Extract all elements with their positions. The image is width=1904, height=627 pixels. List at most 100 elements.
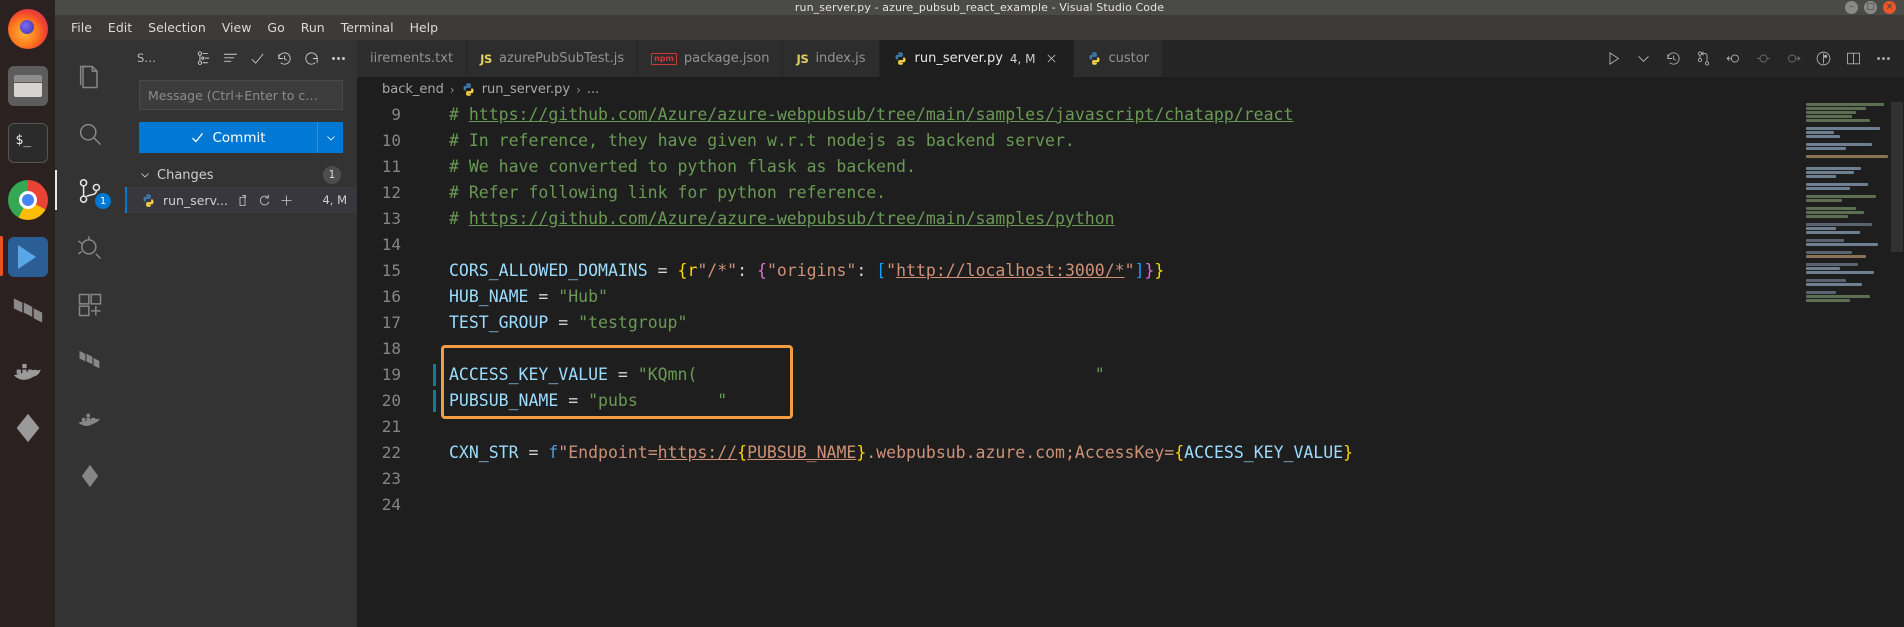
breadcrumb-item-file[interactable]: run_server.py [482,82,570,97]
dock-item-terminal[interactable] [0,114,55,171]
discard-changes-icon[interactable] [257,193,272,208]
menu-file[interactable]: File [63,18,100,37]
current-change-button[interactable] [1748,40,1778,77]
close-button[interactable]: × [1883,1,1896,14]
current-change-icon [1756,54,1770,63]
sidebar-item-explorer[interactable] [55,48,125,105]
list-item[interactable]: run_serv... 4, M [125,187,357,213]
run-python-file-button[interactable] [1598,40,1628,77]
menu-go[interactable]: Go [259,18,292,37]
breadcrumb-item-folder[interactable]: back_end [382,82,444,97]
sidebar-item-terraform[interactable] [55,333,125,390]
commit-dropdown-button[interactable] [317,122,343,153]
menu-edit[interactable]: Edit [100,18,140,37]
more-editor-actions-button[interactable] [1868,40,1898,77]
split-editor-button[interactable] [1838,40,1868,77]
next-change-button[interactable] [1778,40,1808,77]
code-token: " [886,261,897,280]
line-number: 9 [391,105,401,124]
dock-item-vault[interactable] [0,399,55,456]
maximize-button[interactable]: □ [1864,1,1877,14]
code-token: { [737,443,748,462]
tab-run-server-py[interactable]: run_server.py 4, M [879,40,1074,77]
code-line[interactable]: 14 [357,232,1904,258]
code-line[interactable]: 13 # https://github.com/Azure/azure-webpu… [357,206,1904,232]
code-line[interactable]: 18 [357,336,1904,362]
dock-item-chrome[interactable] [0,171,55,228]
code-line-content: ACCESS_KEY_VALUE = "KQmn( " [417,362,1904,388]
editor-minimap[interactable] [1804,102,1890,627]
dock-item-vscode[interactable] [0,228,55,285]
code-line[interactable]: 23 [357,466,1904,492]
editor-tabs: iirements.txt JS azurePubSubTest.js npm … [357,40,1904,77]
more-actions-ellipsis-icon[interactable] [330,50,347,67]
history-icon[interactable] [276,50,293,67]
dock-item-terraform[interactable] [0,285,55,342]
line-number: 18 [381,339,401,358]
run-options-dropdown[interactable] [1628,40,1658,77]
dock-item-docker[interactable] [0,342,55,399]
menu-help[interactable]: Help [402,18,447,37]
sidebar-item-source-control[interactable]: 1 [55,162,125,219]
code-line[interactable]: 15 CORS_ALLOWED_DOMAINS = {r"/*": {"origi… [357,258,1904,284]
commit-check-icon[interactable] [249,50,266,67]
open-changes-button[interactable] [1688,40,1718,77]
code-line-content: PUBSUB_NAME = "pubs " [417,388,1904,414]
tab-azurepubsubtest-js[interactable]: JS azurePubSubTest.js [467,40,639,77]
tab-index-js[interactable]: JS index.js [783,40,880,77]
refresh-icon[interactable] [303,50,320,67]
changes-group-header[interactable]: Changes 1 [125,163,357,187]
sidebar-item-vault[interactable] [55,447,125,504]
commit-message-input[interactable]: Message (Ctrl+Enter to c… [139,80,343,110]
stage-changes-icon[interactable] [279,193,294,208]
code-line[interactable]: 22 CXN_STR = f"Endpoint=https://{PUBSUB_N… [357,440,1904,466]
timeline-history-button[interactable] [1658,40,1688,77]
code-line[interactable]: 24 [357,492,1904,518]
code-line[interactable]: 12 # Refer following link for python refe… [357,180,1904,206]
dock-item-firefox[interactable] [0,0,55,57]
editor-scrollbar[interactable] [1890,102,1904,627]
code-line[interactable]: 17 TEST_GROUP = "testgroup" [357,310,1904,336]
open-file-icon[interactable] [235,193,250,208]
tab-package-json[interactable]: npm package.json [638,40,784,77]
debug-button[interactable] [1808,40,1838,77]
window-title: run_server.py - azure_pubsub_react_examp… [794,1,1165,14]
menu-run[interactable]: Run [293,18,333,37]
sidebar-item-extensions[interactable] [55,276,125,333]
views-and-more-actions-list-icon[interactable] [222,50,239,67]
docker-icon [13,363,41,380]
menu-view[interactable]: View [214,18,260,37]
tab-custor-py[interactable]: custor [1073,40,1164,77]
menu-terminal[interactable]: Terminal [333,18,402,37]
tab-requirements-txt[interactable]: iirements.txt [357,40,468,77]
tab-badge: 4, M [1009,51,1036,66]
menu-selection[interactable]: Selection [140,18,214,37]
view-as-tree-icon[interactable] [195,50,212,67]
previous-change-button[interactable] [1718,40,1748,77]
code-token: "pubs [588,391,638,410]
dock-item-files[interactable] [0,57,55,114]
tab-close-button[interactable] [1043,50,1060,67]
minimap-line [1806,167,1861,170]
code-line[interactable]: 10 # In reference, they have given w.r.t … [357,128,1904,154]
code-line[interactable]: 9 # https://github.com/Azure/azure-webpub… [357,102,1904,128]
code-line[interactable]: 19 ACCESS_KEY_VALUE = "KQmn( " [357,362,1904,388]
commit-button[interactable]: Commit [139,130,317,146]
code-line[interactable]: 16 HUB_NAME = "Hub" [357,284,1904,310]
line-number: 15 [381,261,401,280]
minimap-line [1806,291,1836,294]
sidebar-item-docker[interactable] [55,390,125,447]
code-editor[interactable]: 9 # https://github.com/Azure/azure-webpub… [357,102,1904,627]
sidebar-item-run-and-debug[interactable] [55,219,125,276]
terminal-icon [7,122,48,163]
code-line[interactable]: 11 # We have converted to python flask as… [357,154,1904,180]
chevron-down-icon [1637,56,1649,62]
minimap-line [1806,207,1856,210]
line-number: 20 [381,391,401,410]
breadcrumb-item-symbol[interactable]: ... [587,82,599,97]
code-line[interactable]: 20 PUBSUB_NAME = "pubs " [357,388,1904,414]
sidebar-item-search[interactable] [55,105,125,162]
scrollbar-thumb[interactable] [1891,102,1903,252]
code-line[interactable]: 21 [357,414,1904,440]
minimize-button[interactable]: – [1845,1,1858,14]
